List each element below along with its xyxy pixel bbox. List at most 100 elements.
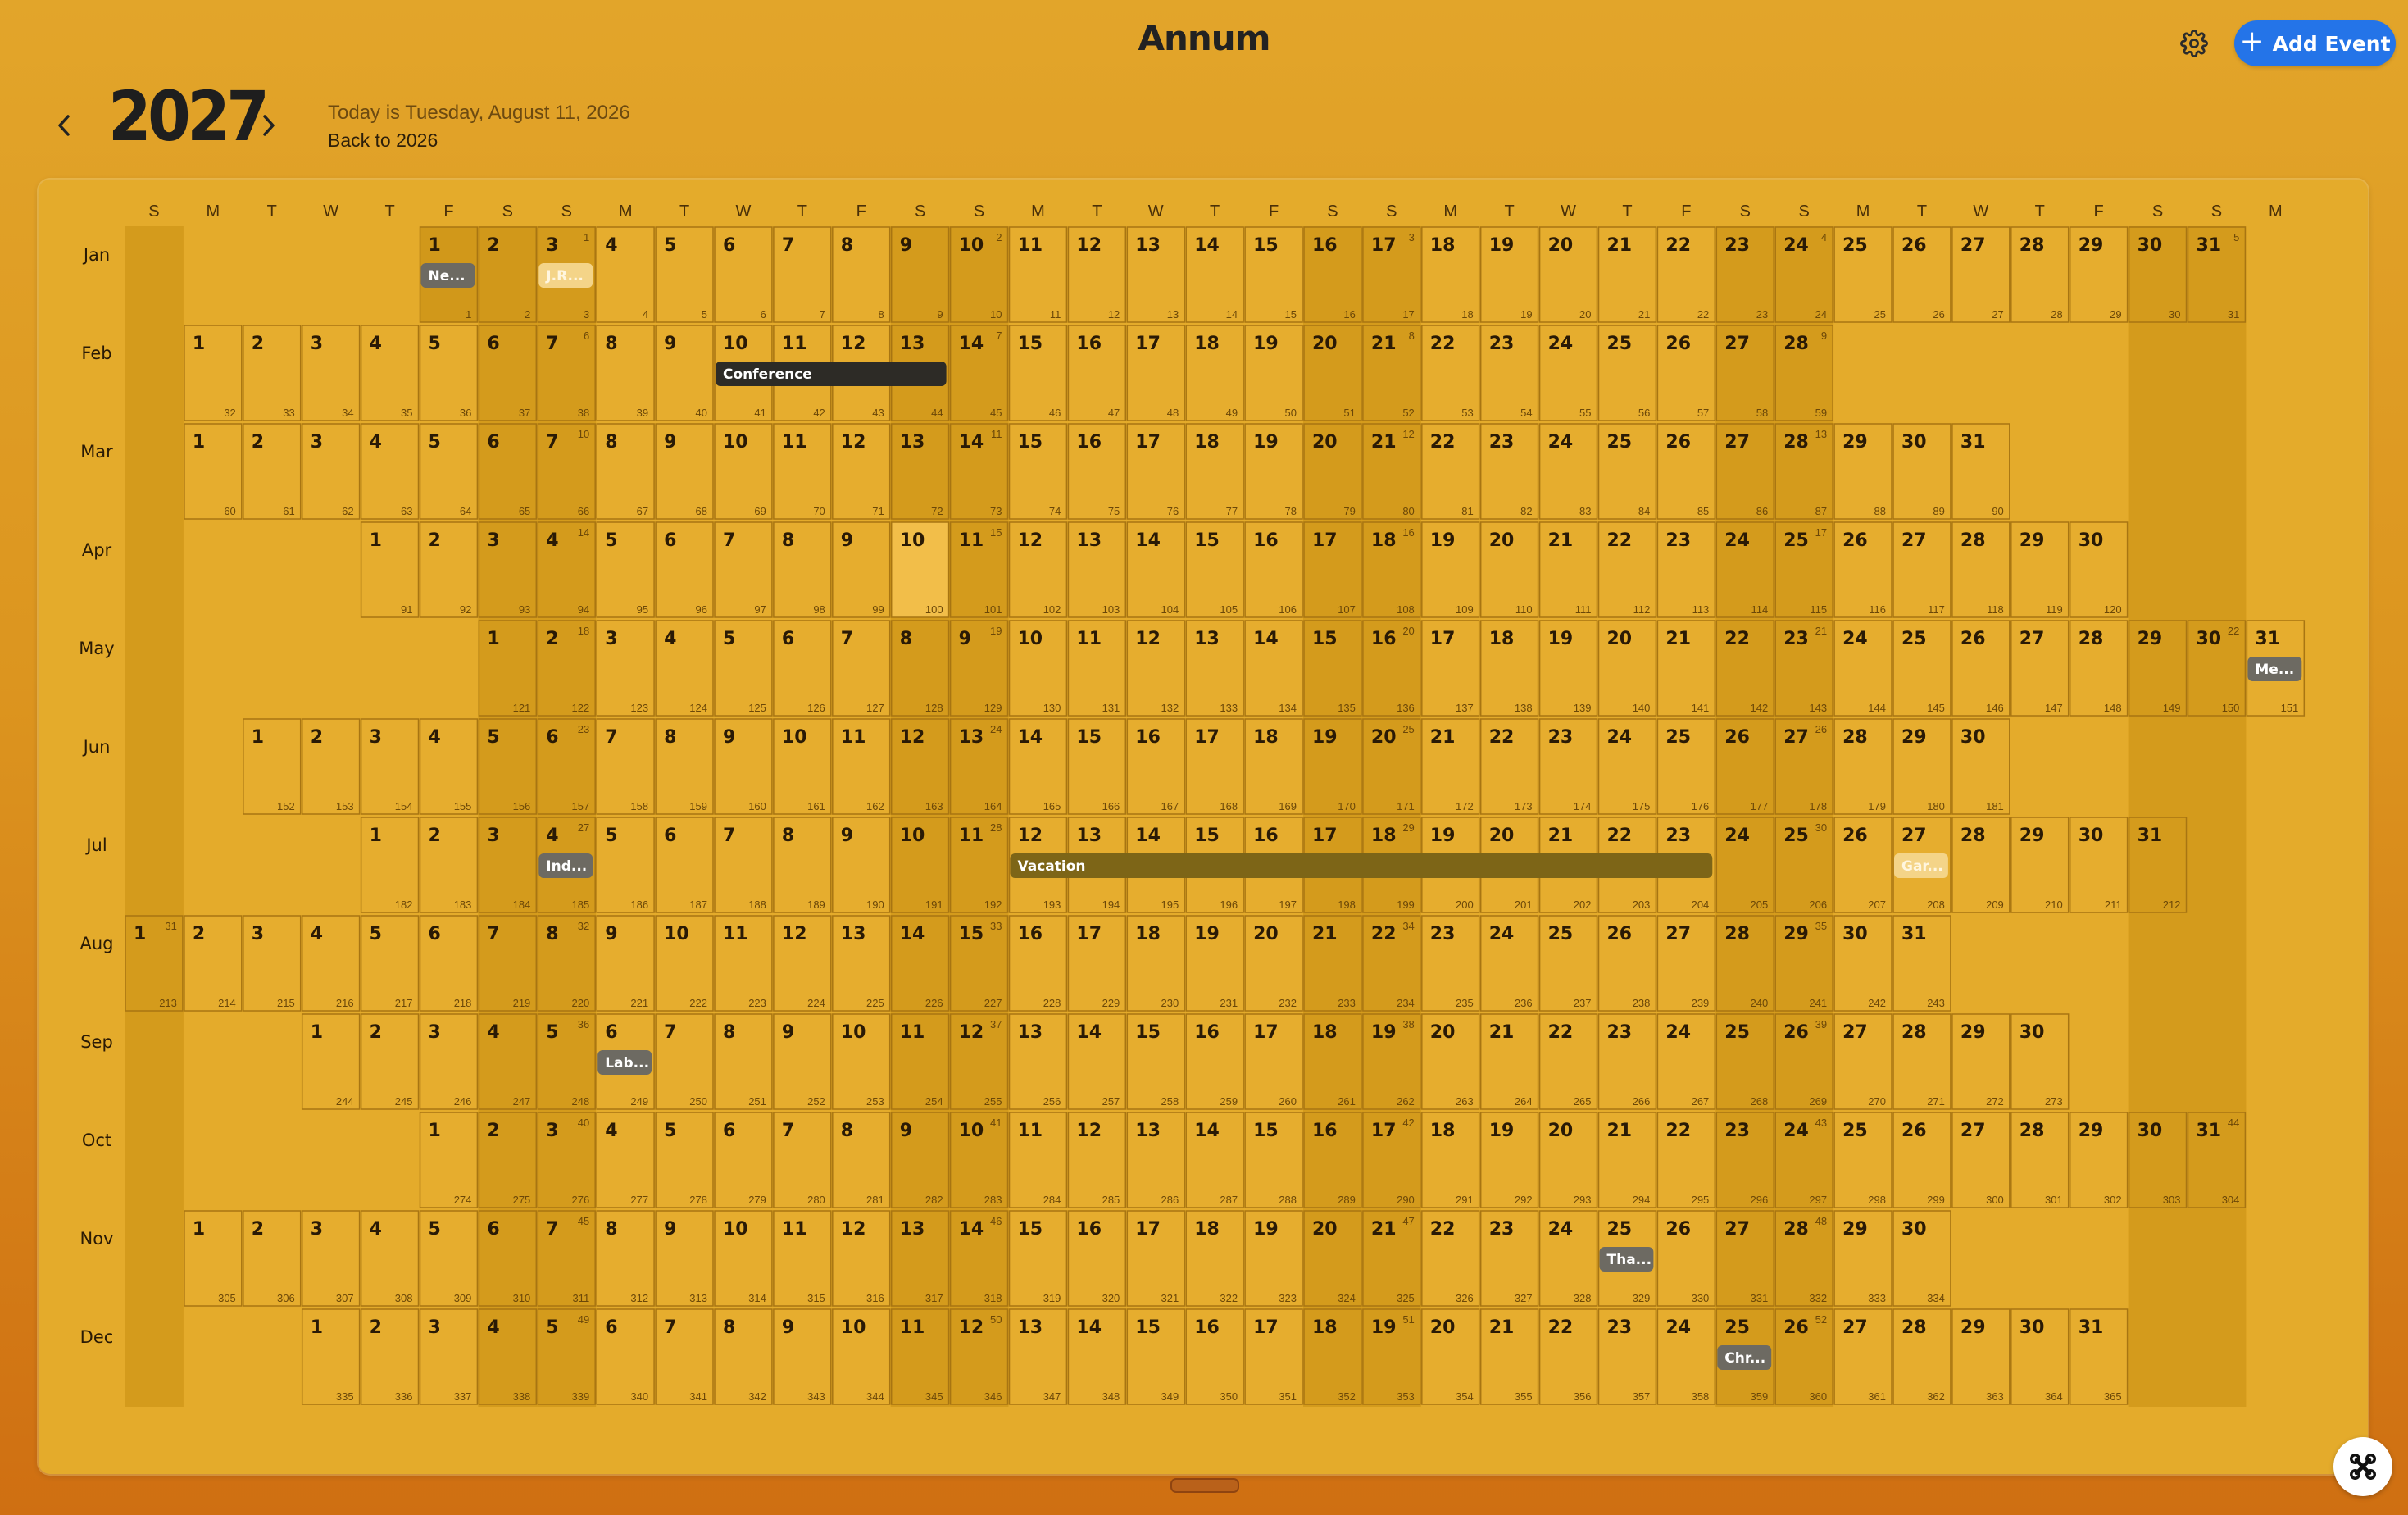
day-cell[interactable]: 22 234 34 [1362, 915, 1421, 1012]
day-cell[interactable]: 14 348 [1067, 1308, 1127, 1405]
day-cell[interactable]: 5 217 [360, 915, 420, 1012]
day-cell[interactable]: 4 216 [301, 915, 361, 1012]
day-cell[interactable]: 28 240 [1715, 915, 1774, 1012]
day-cell[interactable]: 1 60 [184, 423, 243, 520]
day-cell[interactable]: 1 274 [419, 1112, 479, 1208]
day-cell[interactable]: 9 313 [655, 1210, 714, 1307]
day-cell[interactable]: 15 258 [1126, 1013, 1185, 1110]
day-cell[interactable]: 7 311 45 [537, 1210, 596, 1307]
day-cell[interactable]: 18 352 [1303, 1308, 1362, 1405]
day-cell[interactable]: 10 69 [714, 423, 773, 520]
day-cell[interactable]: 26 238 [1597, 915, 1657, 1012]
day-cell[interactable]: 29 180 [1892, 718, 1951, 815]
day-cell[interactable]: 15 349 [1126, 1308, 1185, 1405]
event-chip[interactable]: Gar... [1894, 853, 1948, 878]
day-cell[interactable]: 2 153 [301, 718, 361, 815]
day-cell[interactable]: 2 336 [360, 1308, 420, 1405]
day-cell[interactable]: 30 211 [2069, 817, 2129, 913]
day-cell[interactable]: 14 14 [1185, 226, 1244, 323]
day-cell[interactable]: 30 334 [1892, 1210, 1951, 1307]
day-cell[interactable]: 23 82 [1479, 423, 1539, 520]
day-cell[interactable]: 15 288 [1244, 1112, 1303, 1208]
day-cell[interactable]: 17 321 [1126, 1210, 1185, 1307]
day-cell[interactable]: 5 156 [478, 718, 538, 815]
day-cell[interactable]: 27 117 [1892, 521, 1951, 618]
day-cell[interactable]: 22 [478, 226, 538, 323]
day-cell[interactable]: 9 252 [773, 1013, 832, 1110]
day-cell[interactable]: 13 286 [1126, 1112, 1185, 1208]
day-cell[interactable]: 19 262 38 [1362, 1013, 1421, 1110]
day-cell[interactable]: 28 59 9 [1774, 325, 1833, 421]
day-cell[interactable]: 11 192 28 [949, 817, 1009, 913]
day-cell[interactable]: 20 171 25 [1362, 718, 1421, 815]
day-cell[interactable]: 14 287 [1185, 1112, 1244, 1208]
day-cell[interactable]: 10 100 [890, 521, 950, 618]
day-cell[interactable]: 7 66 10 [537, 423, 596, 520]
day-cell[interactable]: 30 89 [1892, 423, 1951, 520]
day-cell[interactable]: 29 302 [2069, 1112, 2129, 1208]
day-cell[interactable]: 28 118 [1951, 521, 2010, 618]
day-cell[interactable]: 7 158 [596, 718, 655, 815]
day-cell[interactable]: 22 81 [1421, 423, 1480, 520]
day-cell[interactable]: 14 73 11 [949, 423, 1009, 520]
day-cell[interactable]: 23 143 21 [1774, 620, 1833, 717]
day-cell[interactable]: 7 280 [773, 1112, 832, 1208]
day-cell[interactable]: 13 72 [890, 423, 950, 520]
event-chip[interactable]: Ind... [538, 853, 593, 878]
day-cell[interactable]: 15 227 33 [949, 915, 1009, 1012]
day-cell[interactable]: 20 232 [1244, 915, 1303, 1012]
day-cell[interactable]: 3 93 [478, 521, 538, 618]
day-cell[interactable]: 3 123 [596, 620, 655, 717]
day-cell[interactable]: 4 94 14 [537, 521, 596, 618]
day-cell[interactable]: 10 161 [773, 718, 832, 815]
day-cell[interactable]: 26 146 [1951, 620, 2010, 717]
day-cell[interactable]: 4 155 [419, 718, 479, 815]
day-cell[interactable]: 22 295 [1656, 1112, 1716, 1208]
day-cell[interactable]: 2051 [1303, 325, 1362, 421]
day-cell[interactable]: 22 53 [1421, 325, 1480, 421]
day-cell[interactable]: 16 289 [1303, 1112, 1362, 1208]
day-cell[interactable]: 9 221 [596, 915, 655, 1012]
day-cell[interactable]: 10 130 [1008, 620, 1068, 717]
day-cell[interactable]: 9 343 [773, 1308, 832, 1405]
day-cell[interactable]: 16 136 20 [1362, 620, 1421, 717]
day-cell[interactable]: 66 [714, 226, 773, 323]
day-cell[interactable]: 8 189 [773, 817, 832, 913]
day-cell[interactable]: 12 71 [832, 423, 891, 520]
day-cell[interactable]: 11 11 [1008, 226, 1068, 323]
day-cell[interactable]: 23 266 [1597, 1013, 1657, 1110]
day-cell[interactable]: 26 207 [1833, 817, 1892, 913]
day-cell[interactable]: 2 275 [478, 1112, 538, 1208]
day-cell[interactable]: 24 175 [1597, 718, 1657, 815]
day-cell[interactable]: 24 328 [1538, 1210, 1598, 1307]
day-cell[interactable]: 19 353 51 [1362, 1308, 1421, 1405]
day-cell[interactable]: 28 179 [1833, 718, 1892, 815]
day-cell[interactable]: 3 215 [243, 915, 302, 1012]
day-cell[interactable]: 8 281 [832, 1112, 891, 1208]
day-cell[interactable]: 8 98 [773, 521, 832, 618]
event-chip[interactable]: Tha... [1599, 1247, 1654, 1272]
event-chip[interactable]: Chr... [1717, 1345, 1772, 1370]
day-cell[interactable]: 6 310 [478, 1210, 538, 1307]
day-cell[interactable]: 4 35 [360, 325, 420, 421]
day-cell[interactable]: 5 64 [419, 423, 479, 520]
day-cell[interactable]: 26 26 [1892, 226, 1951, 323]
day-cell[interactable]: 12 12 [1067, 226, 1127, 323]
day-cell[interactable]: 30 303 [2128, 1112, 2188, 1208]
day-cell[interactable]: 8 312 [596, 1210, 655, 1307]
day-cell[interactable]: 11 70 [773, 423, 832, 520]
day-cell[interactable]: 2 33 [243, 325, 302, 421]
day-cell[interactable]: 15 319 [1008, 1210, 1068, 1307]
day-cell[interactable]: 21 111 [1538, 521, 1598, 618]
day-cell[interactable]: 11 101 15 [949, 521, 1009, 618]
day-cell[interactable]: 2 245 [360, 1013, 420, 1110]
day-cell[interactable]: 28 28 [2010, 226, 2070, 323]
day-cell[interactable]: 28 87 13 [1774, 423, 1833, 520]
day-cell[interactable]: 24 297 43 [1774, 1112, 1833, 1208]
day-cell[interactable]: 6 187 [655, 817, 714, 913]
day-cell[interactable]: 10 314 [714, 1210, 773, 1307]
day-cell[interactable]: 20 110 [1479, 521, 1539, 618]
day-cell[interactable]: 12 285 [1067, 1112, 1127, 1208]
day-cell[interactable]: 26 177 [1715, 718, 1774, 815]
day-cell[interactable]: 31 365 [2069, 1308, 2129, 1405]
